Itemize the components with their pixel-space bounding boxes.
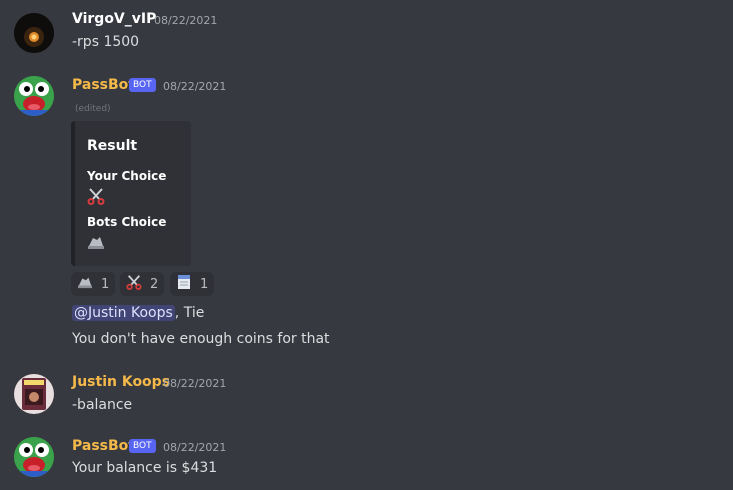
user-avatar[interactable]: [14, 374, 54, 414]
paper-icon: [176, 274, 192, 294]
reaction-count: 1: [101, 276, 110, 292]
embed-title: Result: [87, 138, 138, 154]
timestamp: 08/22/2021: [163, 80, 227, 93]
bot-avatar[interactable]: [14, 76, 54, 116]
message-text: You don't have enough coins for that: [72, 331, 330, 347]
bot-tag: BOT: [129, 439, 156, 453]
message-text: Your balance is $431: [72, 460, 218, 476]
timestamp: 08/22/2021: [163, 377, 227, 390]
bot-tag: BOT: [129, 78, 156, 92]
message-text: @Justin Koops, Tie: [72, 305, 204, 321]
username[interactable]: PassBot: [72, 438, 135, 454]
message-text: -rps 1500: [72, 34, 140, 50]
scissors-icon: [87, 187, 105, 209]
embed-field-name: Your Choice: [87, 169, 167, 183]
reaction-rock[interactable]: 1: [71, 272, 115, 296]
rock-icon: [87, 234, 105, 254]
reaction-count: 2: [150, 276, 159, 292]
embed-field-name: Bots Choice: [87, 215, 167, 229]
edited-label: (edited): [75, 104, 111, 114]
reaction-scissors[interactable]: 2: [120, 272, 164, 296]
reaction-paper[interactable]: 1: [170, 272, 214, 296]
username[interactable]: VirgoV_vIP: [72, 11, 156, 27]
reaction-count: 1: [200, 276, 209, 292]
scissors-icon: [126, 274, 142, 294]
result-embed: Result Your Choice Bots Choice: [71, 121, 191, 266]
user-mention[interactable]: @Justin Koops: [72, 305, 175, 321]
timestamp: 08/22/2021: [154, 14, 218, 27]
rock-icon: [77, 275, 93, 293]
user-avatar[interactable]: [14, 13, 54, 53]
message-text: -balance: [72, 397, 133, 413]
timestamp: 08/22/2021: [163, 441, 227, 454]
username[interactable]: PassBot: [72, 77, 135, 93]
bot-avatar[interactable]: [14, 437, 54, 477]
message-suffix: , Tie: [174, 305, 205, 321]
username[interactable]: Justin Koops: [72, 374, 170, 390]
